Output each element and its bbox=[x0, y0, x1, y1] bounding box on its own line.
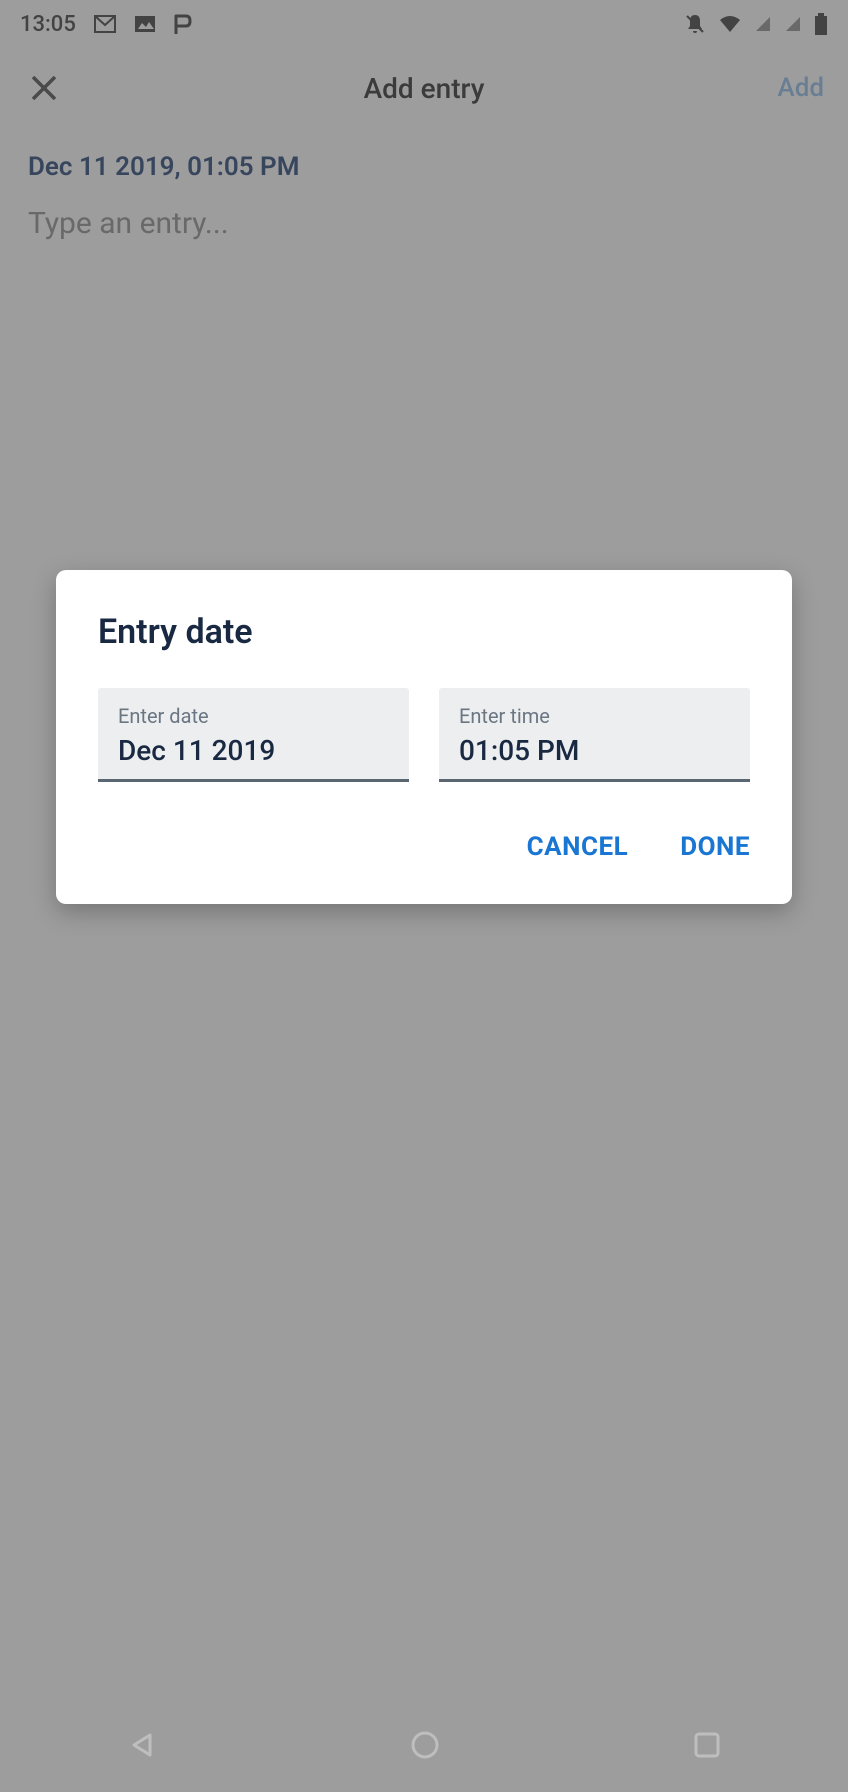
date-field[interactable]: Enter date Dec 11 2019 bbox=[98, 688, 409, 782]
done-button[interactable]: DONE bbox=[680, 832, 750, 862]
home-button[interactable] bbox=[409, 1729, 441, 1765]
time-field[interactable]: Enter time 01:05 PM bbox=[439, 688, 750, 782]
dialog-title: Entry date bbox=[98, 612, 750, 652]
back-icon bbox=[126, 1729, 158, 1761]
entry-date-dialog: Entry date Enter date Dec 11 2019 Enter … bbox=[56, 570, 792, 904]
back-button[interactable] bbox=[126, 1729, 158, 1765]
date-field-label: Enter date bbox=[118, 704, 389, 728]
time-field-label: Enter time bbox=[459, 704, 730, 728]
date-field-value: Dec 11 2019 bbox=[118, 734, 389, 767]
recent-icon bbox=[692, 1730, 722, 1760]
cancel-button[interactable]: CANCEL bbox=[527, 832, 629, 862]
recent-button[interactable] bbox=[692, 1730, 722, 1764]
time-field-value: 01:05 PM bbox=[459, 734, 730, 767]
android-nav-bar bbox=[0, 1702, 848, 1792]
home-icon bbox=[409, 1729, 441, 1761]
